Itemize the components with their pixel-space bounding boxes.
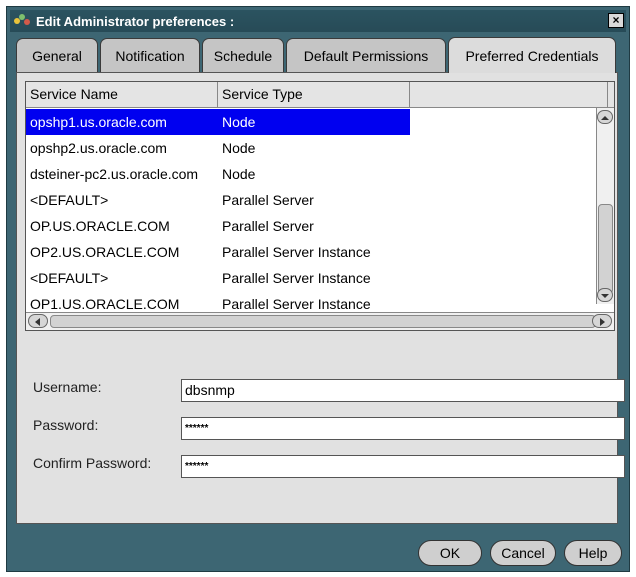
scroll-up-icon[interactable]	[597, 110, 613, 124]
tab-preferred-credentials[interactable]: Preferred Credentials	[448, 37, 616, 73]
vertical-scrollbar[interactable]	[596, 108, 614, 304]
horizontal-scrollbar[interactable]	[26, 312, 614, 330]
column-empty	[410, 82, 608, 107]
service-name-cell: OP1.US.ORACLE.COM	[30, 296, 180, 311]
table-row[interactable]: OP.US.ORACLE.COM Parallel Server	[26, 213, 596, 239]
tab-notification[interactable]: Notification	[100, 38, 200, 72]
service-name-cell: opshp2.us.oracle.com	[30, 140, 167, 156]
username-field[interactable]: dbsnmp	[181, 379, 625, 402]
horizontal-scroll-thumb[interactable]	[50, 315, 596, 328]
service-type-cell: Node	[222, 166, 256, 182]
column-service-name[interactable]: Service Name	[26, 82, 218, 107]
app-icon	[14, 14, 32, 28]
credentials-panel: Service Name Service Type opshp1.us.orac…	[16, 72, 625, 524]
table-row[interactable]: opshp1.us.oracle.com Node	[26, 109, 596, 135]
services-table: Service Name Service Type opshp1.us.orac…	[25, 81, 615, 331]
table-row[interactable]: OP1.US.ORACLE.COM Parallel Server Instan…	[26, 291, 596, 311]
service-name-cell: opshp1.us.oracle.com	[26, 109, 218, 135]
ok-button[interactable]: OK	[418, 540, 482, 566]
table-row[interactable]: <DEFAULT> Parallel Server Instance	[26, 265, 596, 291]
service-type-cell: Node	[218, 109, 410, 135]
service-type-cell: Parallel Server Instance	[222, 244, 371, 260]
column-service-type[interactable]: Service Type	[218, 82, 410, 107]
confirm-password-label: Confirm Password:	[33, 455, 152, 471]
tab-schedule[interactable]: Schedule	[202, 38, 284, 72]
help-button[interactable]: Help	[564, 540, 622, 566]
service-name-cell: OP2.US.ORACLE.COM	[30, 244, 180, 260]
table-row[interactable]: dsteiner-pc2.us.oracle.com Node	[26, 161, 596, 187]
window-title: Edit Administrator preferences :	[36, 13, 235, 29]
service-type-cell: Parallel Server Instance	[222, 270, 371, 286]
scroll-down-icon[interactable]	[597, 288, 613, 302]
service-type-cell: Parallel Server	[222, 218, 314, 234]
title-bar[interactable]: Edit Administrator preferences : ×	[10, 10, 626, 32]
username-label: Username:	[33, 379, 102, 395]
password-label: Password:	[33, 417, 99, 433]
service-name-cell: OP.US.ORACLE.COM	[30, 218, 170, 234]
cancel-button[interactable]: Cancel	[490, 540, 556, 566]
service-type-cell: Parallel Server	[222, 192, 314, 208]
tab-general[interactable]: General	[16, 38, 98, 72]
service-type-cell: Parallel Server Instance	[222, 296, 371, 311]
scroll-left-icon[interactable]	[28, 314, 48, 328]
service-name-cell: dsteiner-pc2.us.oracle.com	[30, 166, 199, 182]
table-header: Service Name Service Type	[26, 82, 614, 108]
scroll-right-icon[interactable]	[592, 314, 612, 328]
vertical-scroll-thumb[interactable]	[598, 204, 613, 294]
table-row[interactable]: OP2.US.ORACLE.COM Parallel Server Instan…	[26, 239, 596, 265]
service-type-cell: Node	[222, 140, 256, 156]
confirm-password-field[interactable]: ******	[181, 455, 625, 478]
service-name-cell: <DEFAULT>	[30, 270, 109, 286]
table-row[interactable]: opshp2.us.oracle.com Node	[26, 135, 596, 161]
password-field[interactable]: ******	[181, 417, 625, 440]
table-row[interactable]: <DEFAULT> Parallel Server	[26, 187, 596, 213]
close-icon[interactable]: ×	[608, 13, 624, 28]
tab-default-permissions[interactable]: Default Permissions	[286, 38, 446, 72]
service-name-cell: <DEFAULT>	[30, 192, 109, 208]
